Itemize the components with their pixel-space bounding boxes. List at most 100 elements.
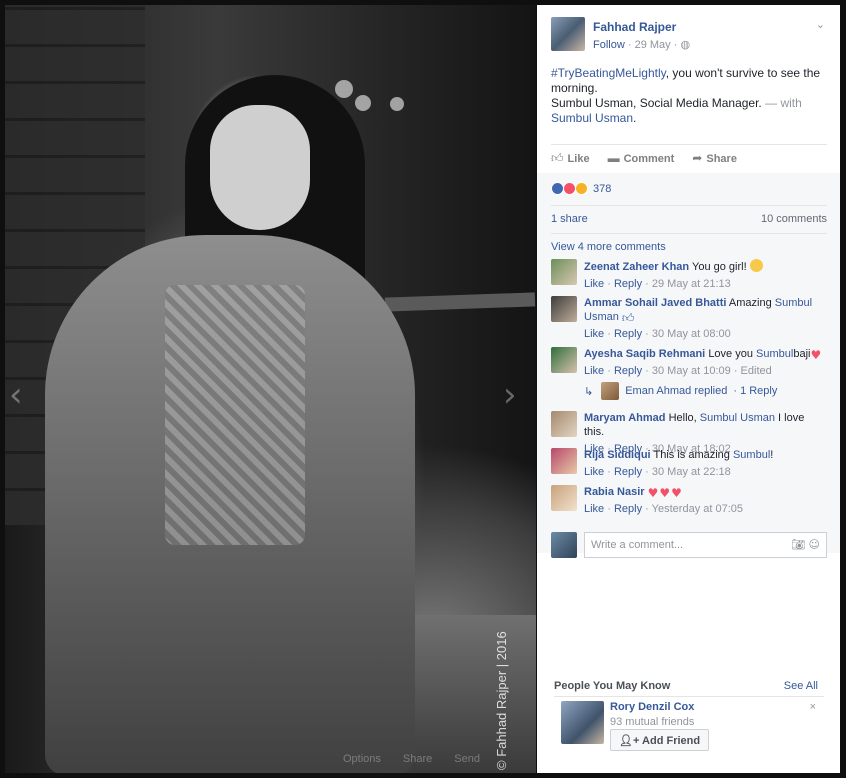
hearts-emoji-icon: ♥♥♥ bbox=[647, 486, 683, 500]
comment-meta: Like · Reply · 29 May at 21:13 bbox=[584, 278, 731, 290]
comment-meta: Like · Reply · 30 May at 10:09 · Edited bbox=[584, 365, 772, 377]
author-avatar[interactable] bbox=[551, 17, 585, 51]
pymk-title: People You May Know bbox=[554, 680, 671, 692]
comment-button[interactable]: ▬ Comment bbox=[608, 151, 675, 166]
commenter-avatar[interactable] bbox=[551, 448, 577, 474]
comment-reply-link[interactable]: Reply bbox=[614, 503, 642, 515]
commenter-name[interactable]: Rabia Nasir bbox=[584, 486, 645, 498]
mention-link[interactable]: Sumbul bbox=[756, 348, 793, 360]
post-text-2: Sumbul Usman, Social Media Manager. bbox=[551, 96, 762, 110]
comment-text-after: ! bbox=[770, 449, 774, 461]
comment-body: Ammar Sohail Javed Bhatti Amazing Sumbul… bbox=[584, 296, 827, 341]
chevron-left-icon[interactable]: ‹ bbox=[9, 375, 23, 415]
comment-input-icons: 📷︎ ☺ bbox=[791, 538, 820, 551]
chevron-right-icon[interactable]: › bbox=[503, 375, 517, 415]
commenter-name[interactable]: Zeenat Zaheer Khan bbox=[584, 261, 689, 273]
photo-bokeh-light bbox=[390, 97, 404, 111]
comment-input[interactable]: Write a comment... 📷︎ ☺ bbox=[584, 532, 827, 558]
photo-options-link[interactable]: Options bbox=[343, 753, 381, 765]
commenter-avatar[interactable] bbox=[551, 411, 577, 437]
mention-link[interactable]: Sumbul bbox=[733, 449, 770, 461]
divider bbox=[551, 144, 827, 145]
comment-text: This is amazing bbox=[653, 449, 730, 461]
comment-like-link[interactable]: Like bbox=[584, 466, 604, 478]
smiley-icon[interactable]: ☺ bbox=[809, 538, 820, 551]
commenter-name[interactable]: Maryam Ahmad bbox=[584, 412, 666, 424]
photo-send-link[interactable]: Send bbox=[454, 753, 480, 765]
suggested-friend-name[interactable]: Rory Denzil Cox bbox=[610, 701, 694, 713]
comment-like-link[interactable]: Like bbox=[584, 365, 604, 377]
write-comment-row: Write a comment... 📷︎ ☺ bbox=[551, 532, 827, 558]
like-button[interactable]: 👍︎ Like bbox=[551, 151, 590, 166]
post-period: . bbox=[633, 111, 637, 125]
commenter-name[interactable]: Ayesha Saqib Rehmani bbox=[584, 348, 705, 360]
post-date[interactable]: · 29 May · bbox=[628, 39, 678, 51]
comment-meta: Like · Reply · 30 May at 08:00 bbox=[584, 328, 731, 340]
commenter-avatar[interactable] bbox=[551, 485, 577, 511]
comment-reply-link[interactable]: Reply bbox=[614, 466, 642, 478]
reactions-summary[interactable]: 378 bbox=[551, 182, 611, 195]
mention-link[interactable]: Sumbul Usman bbox=[700, 412, 775, 424]
post-photo[interactable]: ‹ › Options Share Send bbox=[5, 5, 536, 773]
share-label: Share bbox=[706, 153, 737, 165]
comment-meta: Like · Reply · 30 May at 22:18 bbox=[584, 466, 731, 478]
replier-name[interactable]: Eman Ahmad replied bbox=[625, 385, 727, 397]
comment-time[interactable]: 30 May at 22:18 bbox=[652, 466, 731, 478]
replier-avatar bbox=[601, 382, 620, 400]
mutual-friends-count[interactable]: 93 mutual friends bbox=[610, 716, 694, 728]
comment-input-placeholder: Write a comment... bbox=[591, 539, 684, 551]
hearts-emoji-icon: ♥ bbox=[810, 348, 822, 362]
like-label: Like bbox=[567, 153, 590, 165]
comment-time[interactable]: 29 May at 21:13 bbox=[652, 278, 731, 290]
photo-actions: Options Share Send bbox=[343, 753, 480, 765]
close-icon[interactable]: × bbox=[810, 701, 816, 713]
commenter-name[interactable]: Ammar Sohail Javed Bhatti bbox=[584, 297, 726, 309]
view-more-comments-link[interactable]: View 4 more comments bbox=[551, 241, 666, 253]
comment-time[interactable]: Yesterday at 07:05 bbox=[652, 503, 743, 515]
add-friend-button[interactable]: 👤︎+ Add Friend bbox=[610, 729, 710, 751]
photo-embroidery bbox=[165, 285, 305, 545]
post-text: #TryBeatingMeLightly, you won't survive … bbox=[551, 66, 829, 126]
current-user-avatar bbox=[551, 532, 577, 558]
reply-count[interactable]: · 1 Reply bbox=[733, 385, 777, 397]
photo-bokeh-light bbox=[335, 80, 353, 98]
see-all-link[interactable]: See All bbox=[784, 680, 818, 692]
reaction-count[interactable]: 378 bbox=[593, 183, 611, 195]
comment-reply-link[interactable]: Reply bbox=[614, 278, 642, 290]
follow-link[interactable]: Follow bbox=[593, 39, 625, 51]
comment-reply-link[interactable]: Reply bbox=[614, 328, 642, 340]
reply-arrow-icon: ↳ bbox=[584, 385, 594, 398]
photo-share-link[interactable]: Share bbox=[403, 753, 432, 765]
divider bbox=[551, 233, 827, 234]
commenter-avatar[interactable] bbox=[551, 296, 577, 322]
post-meta: Follow · 29 May · ◍ bbox=[593, 38, 690, 51]
comment-like-link[interactable]: Like bbox=[584, 503, 604, 515]
comment-text: Hello, bbox=[668, 412, 697, 424]
divider bbox=[551, 205, 827, 206]
comment-text-after: baji bbox=[793, 348, 811, 360]
comment-reply-link[interactable]: Reply bbox=[614, 365, 642, 377]
chevron-down-icon[interactable]: ⌄ bbox=[816, 18, 825, 31]
camera-icon[interactable]: 📷︎ bbox=[791, 538, 805, 551]
tagged-user-link[interactable]: Sumbul Usman bbox=[551, 111, 633, 125]
suggested-friend-avatar[interactable] bbox=[561, 701, 604, 744]
comments-count[interactable]: 10 comments bbox=[761, 213, 827, 225]
comment-edited[interactable]: · Edited bbox=[734, 365, 772, 377]
author-name[interactable]: Fahhad Rajper bbox=[593, 20, 676, 34]
comment-time[interactable]: 30 May at 10:09 bbox=[652, 365, 731, 377]
comment-like-link[interactable]: Like bbox=[584, 328, 604, 340]
share-button[interactable]: ➦ Share bbox=[692, 151, 737, 166]
hashtag-link[interactable]: #TryBeatingMeLightly bbox=[551, 66, 666, 80]
comment-like-link[interactable]: Like bbox=[584, 278, 604, 290]
commenter-name[interactable]: Rija Siddiqui bbox=[584, 449, 651, 461]
thumbs-up-emoji-icon: 👍︎ bbox=[621, 311, 635, 325]
globe-icon: ◍ bbox=[680, 39, 691, 51]
comment-time[interactable]: 30 May at 08:00 bbox=[652, 328, 731, 340]
comment-body: Rija Siddiqui This is amazing Sumbul! Li… bbox=[584, 448, 827, 479]
commenter-avatar[interactable] bbox=[551, 347, 577, 373]
shares-count[interactable]: 1 share bbox=[551, 213, 588, 225]
photo-watermark: © Fahhad Rajper | 2016 bbox=[494, 631, 509, 770]
divider bbox=[554, 696, 824, 697]
reply-thread[interactable]: ↳ Eman Ahmad replied · 1 Reply bbox=[584, 382, 777, 400]
commenter-avatar[interactable] bbox=[551, 259, 577, 285]
